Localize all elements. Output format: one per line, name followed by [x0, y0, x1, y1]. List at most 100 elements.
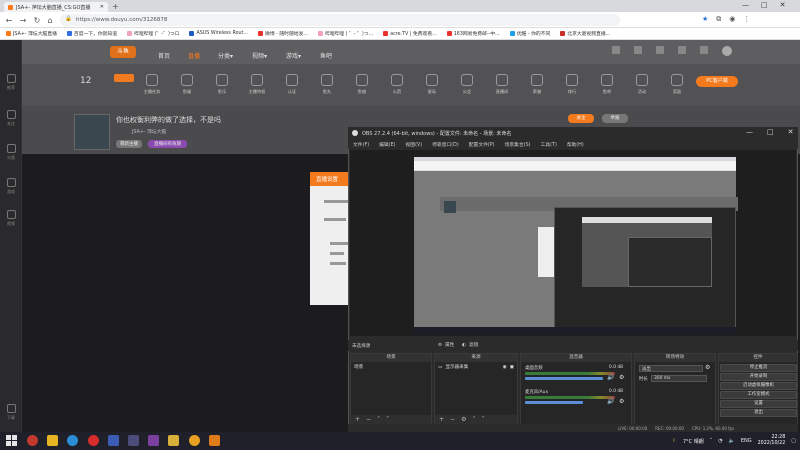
- transition-gear-icon[interactable]: ⚙: [705, 364, 710, 371]
- sidebar-item-download[interactable]: 下载: [2, 404, 20, 421]
- scene-item[interactable]: 场景: [351, 362, 431, 372]
- bookmark-item[interactable]: 微博 - 随时随地发...: [258, 30, 308, 37]
- speaker-icon[interactable]: 🔊: [607, 398, 614, 405]
- report-button[interactable]: 举报: [602, 114, 628, 123]
- app-icon[interactable]: [128, 435, 139, 446]
- obs-preview-canvas[interactable]: [414, 157, 738, 335]
- obs-menu-help[interactable]: 帮助(H): [567, 141, 584, 148]
- bookmark-item[interactable]: 百度一下，你就知道: [66, 30, 117, 37]
- app-icon[interactable]: [168, 435, 179, 446]
- source-settings-icon[interactable]: ⚙: [461, 416, 466, 423]
- weather-text[interactable]: 7°C 晴朗: [683, 438, 704, 445]
- speaker-icon[interactable]: 🔊: [607, 374, 614, 381]
- back-icon[interactable]: ←: [4, 15, 14, 25]
- nav-game[interactable]: 游戏▾: [286, 51, 301, 60]
- category-item[interactable]: 直播间: [482, 74, 522, 95]
- language-indicator[interactable]: ENG: [741, 438, 752, 444]
- obs-menu-scene-collection[interactable]: 场景集合(S): [505, 141, 531, 148]
- obs-close-icon[interactable]: ✕: [788, 128, 794, 136]
- transition-select[interactable]: 淡出: [639, 365, 703, 372]
- mixer-gear-icon[interactable]: ⚙: [619, 374, 624, 381]
- obs-menu-tools[interactable]: 工具(T): [541, 141, 557, 148]
- app-icon[interactable]: [148, 435, 159, 446]
- filters-button[interactable]: ◐ 滤镜: [462, 342, 478, 349]
- volume-icon[interactable]: 🔈: [729, 438, 735, 444]
- settings-button[interactable]: 设置: [720, 400, 797, 408]
- category-item[interactable]: 荣誉: [517, 74, 557, 95]
- forward-icon[interactable]: →: [18, 15, 28, 25]
- bookmark-item[interactable]: 163网易免费邮--中...: [446, 30, 500, 37]
- category-item[interactable]: 公会: [447, 74, 487, 95]
- new-tab-button[interactable]: +: [112, 2, 119, 11]
- category-item[interactable]: 活动: [622, 74, 662, 95]
- remove-source-icon[interactable]: −: [450, 416, 455, 423]
- follow-icon[interactable]: [634, 46, 642, 54]
- app-icon[interactable]: [108, 435, 119, 446]
- category-item[interactable]: 鱼乐: [202, 74, 242, 95]
- message-icon[interactable]: [656, 46, 664, 54]
- move-down-icon[interactable]: ˅: [386, 416, 389, 423]
- maximize-icon[interactable]: □: [761, 1, 768, 9]
- category-item[interactable]: 主播特权: [237, 74, 277, 95]
- sidebar-item-follow[interactable]: 关注: [2, 110, 20, 127]
- category-item[interactable]: 认证: [272, 74, 312, 95]
- sidebar-item-video[interactable]: 视频: [2, 210, 20, 227]
- category-item[interactable]: 主播任务: [132, 74, 172, 95]
- history-icon[interactable]: [612, 46, 620, 54]
- sidebar-item-game[interactable]: 游戏: [2, 178, 20, 195]
- obs-menu-edit[interactable]: 编辑(E): [379, 141, 395, 148]
- clock[interactable]: 22:28 2022/10/22: [758, 435, 786, 447]
- extensions-icon[interactable]: ⧉: [716, 15, 721, 24]
- file-explorer-icon[interactable]: [47, 435, 58, 446]
- volume-slider[interactable]: [525, 401, 583, 404]
- notification-icon[interactable]: ▢: [791, 438, 796, 444]
- obs-menu-view[interactable]: 视图(V): [405, 141, 422, 148]
- category-item[interactable]: 鱼丸: [307, 74, 347, 95]
- chrome-icon[interactable]: [189, 435, 200, 446]
- netease-music-icon[interactable]: [88, 435, 99, 446]
- sidebar-item-category[interactable]: 分类: [2, 144, 20, 161]
- obs-menu-docks[interactable]: 停靠窗口(D): [432, 141, 459, 148]
- move-up-icon[interactable]: ˄: [377, 416, 380, 423]
- bookmark-item[interactable]: 哔哩哔哩 ( ゜- ゜)つ...: [317, 30, 373, 37]
- category-item[interactable]: 鱼塘: [167, 74, 207, 95]
- start-recording-button[interactable]: 开始录制: [720, 373, 797, 381]
- category-item[interactable]: 鱼翅: [342, 74, 382, 95]
- category-item[interactable]: 火箭: [377, 74, 417, 95]
- virtual-camera-button[interactable]: 启动虚拟摄像机: [720, 382, 797, 390]
- exit-button[interactable]: 退出: [720, 409, 797, 417]
- bookmark-item[interactable]: ASUS Wireless Rout...: [189, 31, 248, 36]
- obs-minimize-icon[interactable]: —: [746, 128, 753, 136]
- move-down-icon[interactable]: ˅: [481, 416, 484, 423]
- bookmark-item[interactable]: 北京大厦视频直播...: [560, 30, 610, 37]
- remove-scene-icon[interactable]: −: [366, 416, 371, 423]
- download-icon[interactable]: [678, 46, 686, 54]
- mixer-gear-icon[interactable]: ⚙: [619, 398, 624, 405]
- douyu-logo[interactable]: 斗鱼: [110, 46, 136, 58]
- url-input[interactable]: 🔒 https://www.douyu.com/3126878: [60, 14, 620, 26]
- category-item[interactable]: 鱼吧: [587, 74, 627, 95]
- properties-button[interactable]: ⚙ 属性: [438, 342, 454, 349]
- obs-maximize-icon[interactable]: □: [767, 128, 774, 136]
- category-item[interactable]: 排行: [552, 74, 592, 95]
- close-window-icon[interactable]: ✕: [780, 1, 786, 9]
- minimize-icon[interactable]: —: [742, 1, 749, 9]
- move-up-icon[interactable]: ˄: [472, 416, 475, 423]
- follow-button[interactable]: 关注: [568, 114, 594, 123]
- windows-start-icon[interactable]: [6, 435, 17, 446]
- add-scene-icon[interactable]: +: [355, 416, 360, 423]
- bookmark-item[interactable]: JSA+- 萍坛大脑直播: [6, 30, 57, 37]
- live-icon[interactable]: [700, 46, 708, 54]
- studio-mode-button[interactable]: 工作室模式: [720, 391, 797, 399]
- sidebar-item-recommend[interactable]: 推荐: [2, 74, 20, 91]
- tab-close-icon[interactable]: ✕: [100, 4, 104, 10]
- star-icon[interactable]: ★: [702, 15, 708, 24]
- nav-home[interactable]: 首页: [158, 51, 170, 60]
- browser-tab-active[interactable]: JSA+- 萍坛大脑直播_CS:GO直播 ✕: [4, 2, 108, 12]
- profile-icon[interactable]: ◉: [729, 15, 735, 24]
- reload-icon[interactable]: ↻: [32, 15, 42, 25]
- add-source-icon[interactable]: +: [439, 416, 444, 423]
- category-item[interactable]: 奖励: [657, 74, 697, 95]
- obs-menu-file[interactable]: 文件(F): [353, 141, 369, 148]
- stop-streaming-button[interactable]: 停止推流: [720, 364, 797, 372]
